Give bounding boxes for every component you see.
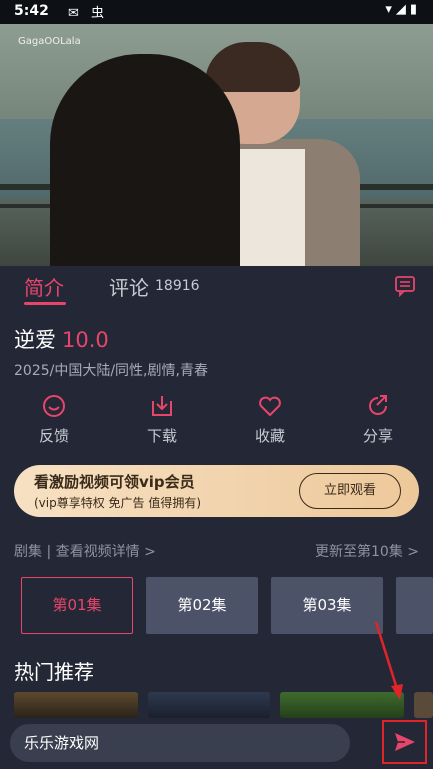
recommend-thumb-3[interactable] bbox=[280, 692, 404, 718]
message-list-icon[interactable] bbox=[394, 275, 416, 298]
show-meta: 2025/中国大陆/同性,剧情,青春 bbox=[14, 363, 208, 379]
send-button[interactable] bbox=[382, 720, 427, 764]
vip-banner-title: 看激励视频可领vip会员 bbox=[34, 473, 195, 491]
updated-to-episode-link[interactable]: 更新至第10集 > bbox=[315, 541, 419, 561]
video-watermark: GagaOOLala bbox=[18, 36, 81, 47]
feedback-button[interactable]: 反馈 bbox=[24, 393, 84, 446]
status-time: 5:42 bbox=[14, 3, 49, 19]
vip-banner[interactable]: 看激励视频可领vip会员 (vip尊享特权 免广告 值得拥有) 立即观看 bbox=[14, 465, 419, 517]
favorite-label: 收藏 bbox=[254, 427, 285, 445]
video-player[interactable]: GagaOOLala bbox=[0, 24, 433, 266]
share-label: 分享 bbox=[362, 427, 393, 445]
share-button[interactable]: 分享 bbox=[348, 393, 408, 446]
feedback-icon bbox=[43, 395, 65, 417]
detail-tabs: 简介 评论 18916 bbox=[0, 266, 433, 314]
episode-item-01[interactable]: 第01集 bbox=[21, 577, 133, 634]
status-bar: 5:42 ✉ 虫 ▾◢▮ bbox=[0, 0, 433, 24]
download-icon bbox=[152, 396, 172, 416]
action-bar: 反馈 下载 收藏 分享 bbox=[0, 393, 433, 453]
share-icon bbox=[369, 395, 387, 415]
vip-banner-subtitle: (vip尊享特权 免广告 值得拥有) bbox=[34, 496, 202, 510]
tab-intro-underline bbox=[24, 302, 66, 305]
show-title-row: 逆爱 10.0 bbox=[14, 324, 109, 354]
bottom-bar: 乐乐游戏网 bbox=[0, 718, 433, 769]
comment-input[interactable]: 乐乐游戏网 bbox=[10, 724, 350, 762]
heart-icon bbox=[259, 396, 281, 417]
recommend-thumb-4[interactable] bbox=[414, 692, 433, 718]
download-button[interactable]: 下载 bbox=[132, 393, 192, 446]
hot-recommend-title: 热门推荐 bbox=[14, 660, 94, 684]
show-score: 10.0 bbox=[62, 328, 109, 352]
episode-item-03[interactable]: 第03集 bbox=[271, 577, 383, 634]
episodes-header: 剧集 | 查看视频详情 > 更新至第10集 > bbox=[14, 541, 419, 563]
recommend-thumb-2[interactable] bbox=[148, 692, 270, 718]
comments-count: 18916 bbox=[155, 278, 200, 294]
feedback-label: 反馈 bbox=[38, 427, 69, 445]
watch-now-button[interactable]: 立即观看 bbox=[299, 473, 401, 509]
show-title: 逆爱 bbox=[14, 328, 56, 352]
video-frame-person-shirt bbox=[235, 149, 305, 266]
episode-item-partial[interactable] bbox=[396, 577, 433, 634]
send-icon bbox=[395, 733, 415, 751]
status-left-icons: ✉ 虫 bbox=[68, 6, 109, 21]
video-frame-foreground-hair bbox=[50, 54, 240, 266]
status-right-icons: ▾◢▮ bbox=[385, 2, 421, 17]
view-video-details-link[interactable]: 剧集 | 查看视频详情 > bbox=[14, 541, 156, 561]
recommend-thumb-1[interactable] bbox=[14, 692, 138, 718]
download-label: 下载 bbox=[146, 427, 177, 445]
episode-item-02[interactable]: 第02集 bbox=[146, 577, 258, 634]
favorite-button[interactable]: 收藏 bbox=[240, 393, 300, 446]
tab-intro[interactable]: 简介 bbox=[24, 272, 64, 301]
tab-comments[interactable]: 评论 bbox=[109, 272, 149, 301]
